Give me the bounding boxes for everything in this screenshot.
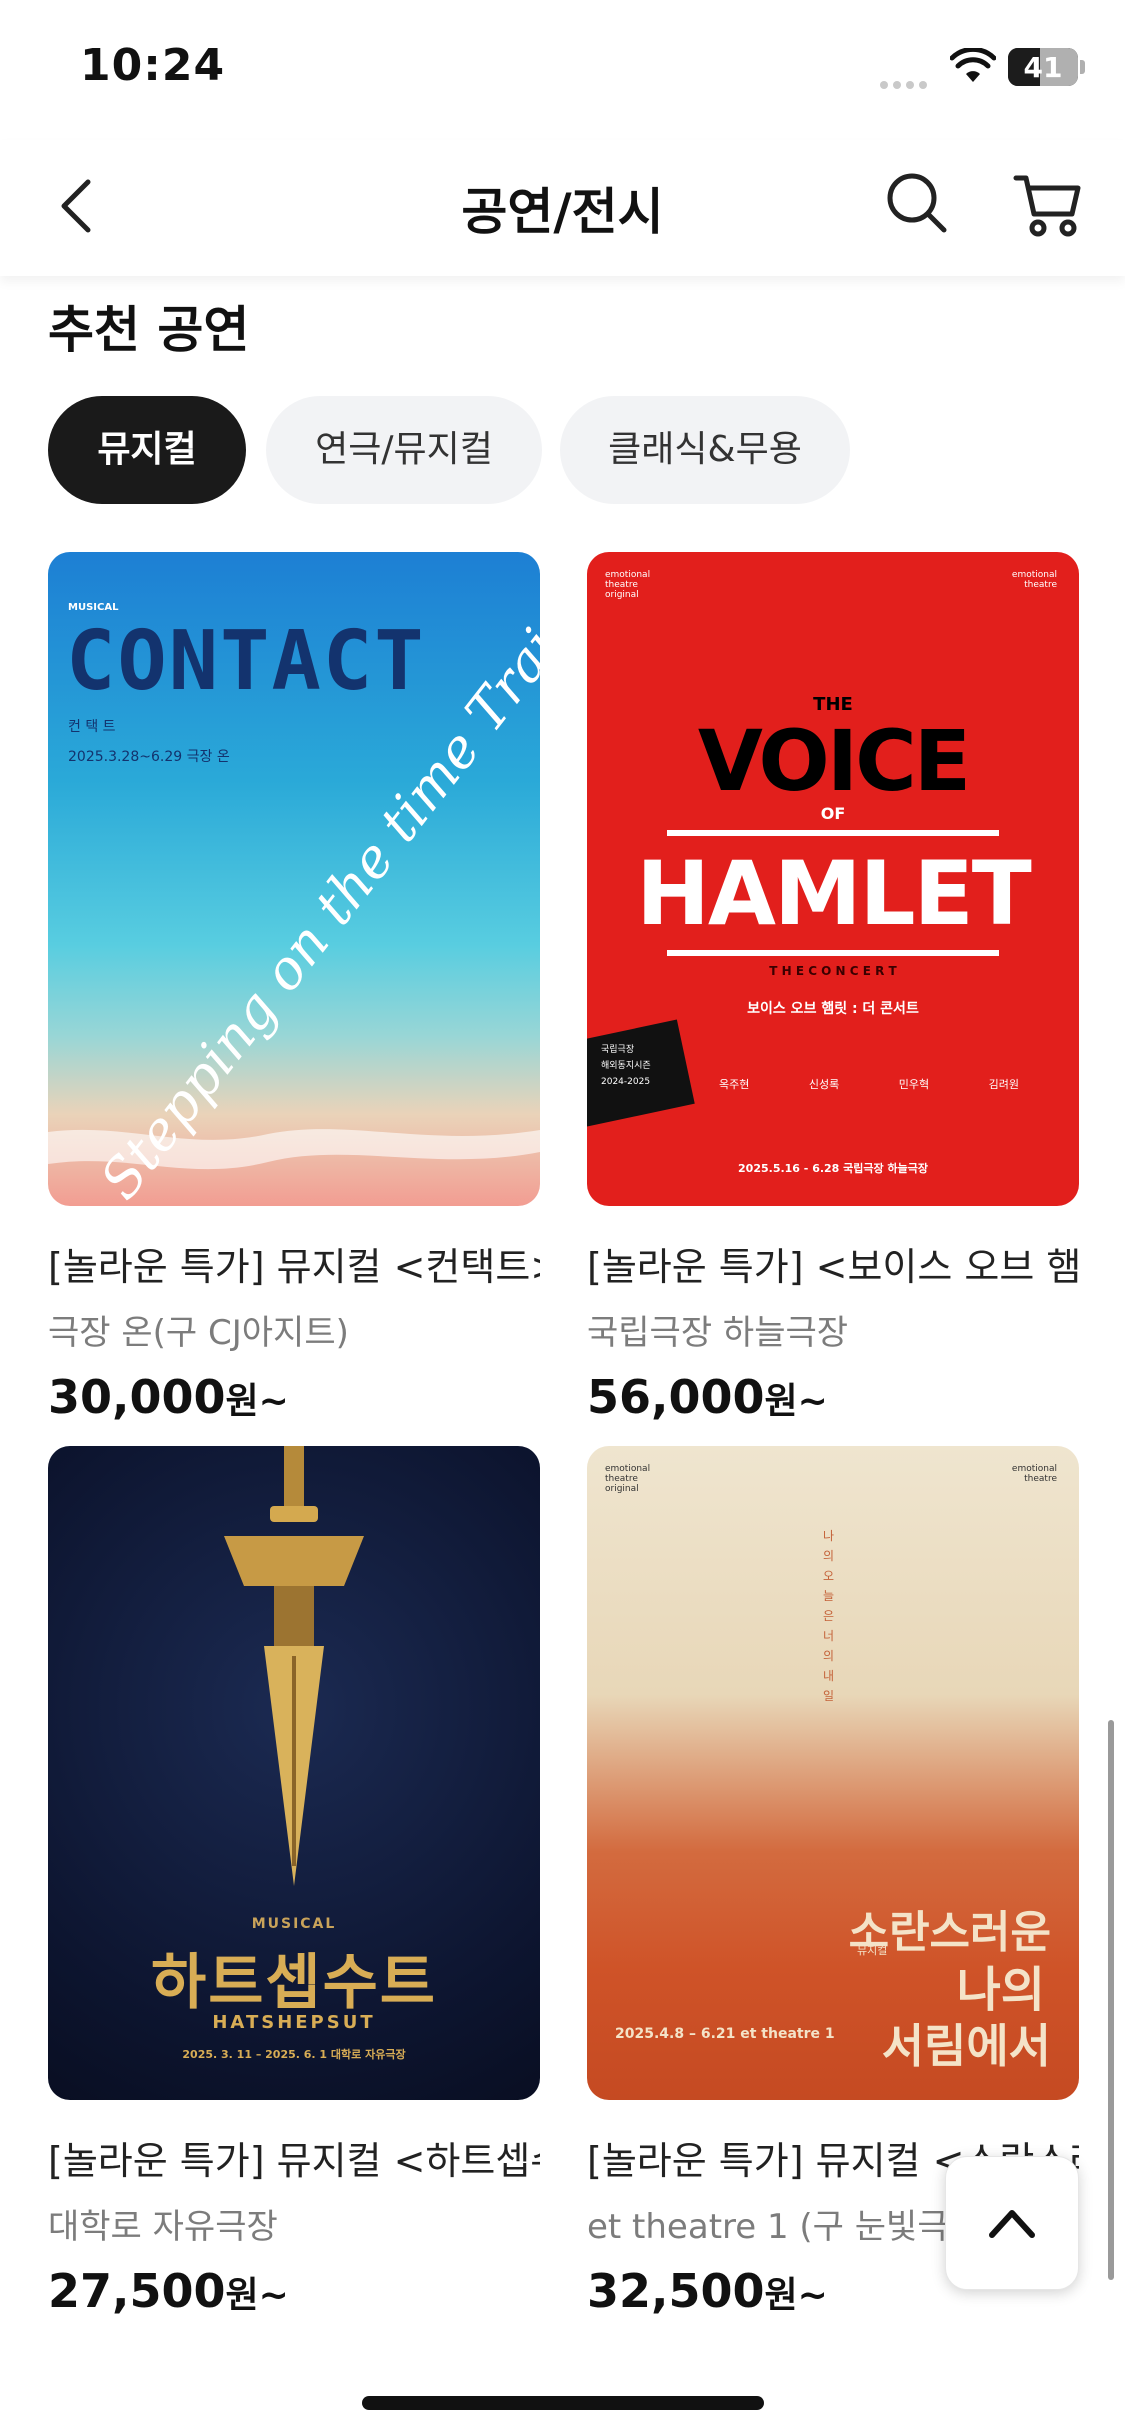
poster-image[interactable]: emotional theatre original emotional the… — [587, 1446, 1079, 2100]
status-bar: 10:24 41 — [0, 0, 1125, 140]
poster-image[interactable]: MUSICAL CONTACT 컨 택 트 2025.3.28~6.29 극장 … — [48, 552, 540, 1206]
product-name[interactable]: [놀라운 특가] <보이스 오브 햄릿 : 더 콘서트> — [587, 1236, 1079, 1291]
poster-image[interactable]: emotional theatre original emotional the… — [587, 552, 1079, 1206]
chevron-up-icon — [989, 2210, 1035, 2238]
chip-play-musical[interactable]: 연극/뮤지컬 — [266, 396, 542, 504]
dagger-icon — [224, 1446, 364, 1886]
top-nav: 공연/전시 — [0, 140, 1125, 276]
chip-classic-dance[interactable]: 클래식&무용 — [560, 396, 850, 504]
product-card[interactable]: MUSICAL CONTACT 컨 택 트 2025.3.28~6.29 극장 … — [48, 552, 540, 1424]
poster-title: 하트셉수트 — [151, 1948, 437, 2018]
page-title: 공연/전시 — [461, 183, 664, 241]
poster-title: CONTACT — [66, 614, 426, 709]
section-title: 추천 공연 — [48, 301, 250, 359]
battery-level: 41 — [1023, 51, 1063, 84]
poster-title: VOICE — [697, 712, 971, 810]
product-venue: 극장 온(구 CJ아지트) — [48, 1313, 349, 1353]
scrollbar[interactable] — [1108, 1720, 1114, 2280]
search-icon[interactable] — [884, 170, 950, 236]
product-name[interactable]: [놀라운 특가] 뮤지컬 <컨택트> — [48, 1236, 540, 1291]
signal-icon — [880, 74, 932, 93]
product-name[interactable]: [놀라운 특가] 뮤지컬 <하트셉수트> — [48, 2130, 540, 2185]
product-price: 56,000원~ — [587, 1370, 828, 1424]
chip-musical[interactable]: 뮤지컬 — [48, 396, 246, 504]
scroll-top-button[interactable] — [945, 2156, 1079, 2290]
product-card[interactable]: emotional theatre original emotional the… — [587, 552, 1079, 1424]
product-price: 27,500원~ — [48, 2264, 289, 2318]
product-price: 30,000원~ — [48, 1370, 289, 1424]
wifi-icon — [950, 48, 996, 82]
product-venue: 국립극장 하늘극장 — [587, 1313, 849, 1353]
cart-icon[interactable] — [1012, 170, 1084, 240]
battery-icon: 41 — [1008, 48, 1078, 86]
home-indicator — [362, 2396, 764, 2410]
poster-image[interactable]: MUSICAL 하트셉수트 HATSHEPSUT 2025. 3. 11 – 2… — [48, 1446, 540, 2100]
product-card[interactable]: MUSICAL 하트셉수트 HATSHEPSUT 2025. 3. 11 – 2… — [48, 1446, 540, 2318]
product-venue: 대학로 자유극장 — [48, 2207, 278, 2247]
status-time: 10:24 — [80, 40, 226, 91]
